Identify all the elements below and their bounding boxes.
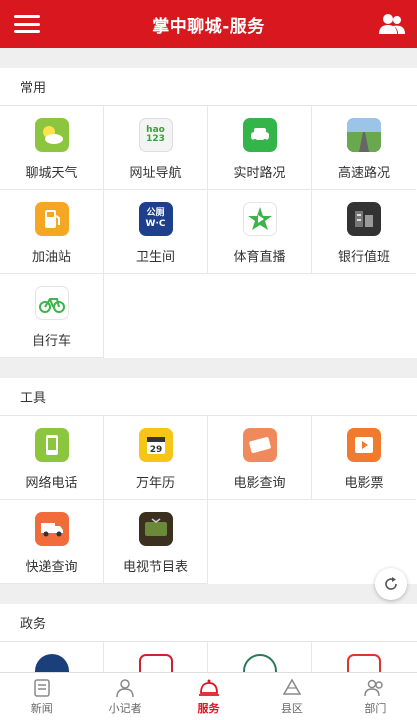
common-grid: 聊城天气 hao 123 网址导航 实时路况 高速路况 加油站 公厕 W·C 卫… xyxy=(0,106,417,358)
grid-item-sports-live[interactable]: 体育直播 xyxy=(208,190,312,274)
county-icon xyxy=(282,677,302,695)
grid-item-express[interactable]: 快递查询 xyxy=(0,500,104,584)
news-icon xyxy=(33,678,50,697)
gas-station-icon xyxy=(34,202,69,236)
government-grid xyxy=(0,642,417,672)
highway-icon xyxy=(347,118,381,152)
top-bar: 掌中聊城-服务 xyxy=(0,0,417,48)
emblem-icon xyxy=(242,654,277,672)
grid-item-highway[interactable]: 高速路况 xyxy=(312,106,416,190)
department-icon xyxy=(364,679,384,696)
logo-icon xyxy=(347,654,381,672)
grid-item-weather[interactable]: 聊城天气 xyxy=(0,106,104,190)
weather-icon xyxy=(34,118,69,152)
tab-service[interactable]: 服务 xyxy=(167,673,250,720)
menu-icon[interactable] xyxy=(14,12,40,36)
tab-department[interactable]: 部门 xyxy=(334,673,417,720)
user-icon[interactable] xyxy=(379,12,405,36)
grid-item-gov-1[interactable] xyxy=(0,642,104,672)
grid-item-url-nav[interactable]: hao 123 网址导航 xyxy=(104,106,208,190)
reporter-icon xyxy=(116,678,134,697)
movie-ticket-icon xyxy=(242,428,277,462)
refresh-icon xyxy=(385,577,397,590)
tv-icon xyxy=(138,512,173,546)
bank-icon xyxy=(347,202,381,236)
bottom-tab-bar: 新闻 小记者 服务 县区 部门 xyxy=(0,672,417,720)
sports-live-icon xyxy=(242,202,277,236)
shield-icon xyxy=(138,654,173,672)
tab-news[interactable]: 新闻 xyxy=(0,673,83,720)
grid-item-gov-4[interactable] xyxy=(312,642,416,672)
bicycle-icon xyxy=(34,286,69,320)
service-content[interactable]: 常用 聊城天气 hao 123 网址导航 实时路况 高速路况 加油站 公厕 W·… xyxy=(0,48,417,672)
svg-text:29: 29 xyxy=(149,445,162,455)
grid-item-movie-ticket[interactable]: 电影票 xyxy=(312,416,416,500)
grid-item-traffic[interactable]: 实时路况 xyxy=(208,106,312,190)
calendar-icon: 29 xyxy=(138,428,173,462)
grid-item-bicycle[interactable]: 自行车 xyxy=(0,274,104,358)
grid-item-tv-guide[interactable]: 电视节目表 xyxy=(104,500,208,584)
express-icon xyxy=(34,512,69,546)
section-title-government: 政务 xyxy=(0,604,417,642)
section-title-tools: 工具 xyxy=(0,378,417,416)
grid-item-gov-2[interactable] xyxy=(104,642,208,672)
toilet-icon: 公厕 W·C xyxy=(138,202,173,236)
grid-item-bank[interactable]: 银行值班 xyxy=(312,190,416,274)
tools-grid: 网络电话 29 万年历 电影查询 电影票 快递查询 电视节目表 xyxy=(0,416,417,584)
grid-item-gov-3[interactable] xyxy=(208,642,312,672)
grid-item-net-phone[interactable]: 网络电话 xyxy=(0,416,104,500)
grid-item-movie-search[interactable]: 电影查询 xyxy=(208,416,312,500)
service-icon xyxy=(198,679,219,696)
movie-play-icon xyxy=(347,428,381,462)
hao123-icon: hao 123 xyxy=(138,118,173,152)
traffic-icon xyxy=(242,118,277,152)
refresh-button[interactable] xyxy=(375,568,407,600)
section-title-common: 常用 xyxy=(0,68,417,106)
grid-item-gas-station[interactable]: 加油站 xyxy=(0,190,104,274)
grid-item-toilet[interactable]: 公厕 W·C 卫生间 xyxy=(104,190,208,274)
page-title: 掌中聊城-服务 xyxy=(152,16,265,37)
tab-reporter[interactable]: 小记者 xyxy=(83,673,166,720)
police-badge-icon xyxy=(34,654,69,672)
grid-item-calendar[interactable]: 29 万年历 xyxy=(104,416,208,500)
tab-county[interactable]: 县区 xyxy=(250,673,333,720)
phone-icon xyxy=(34,428,69,462)
